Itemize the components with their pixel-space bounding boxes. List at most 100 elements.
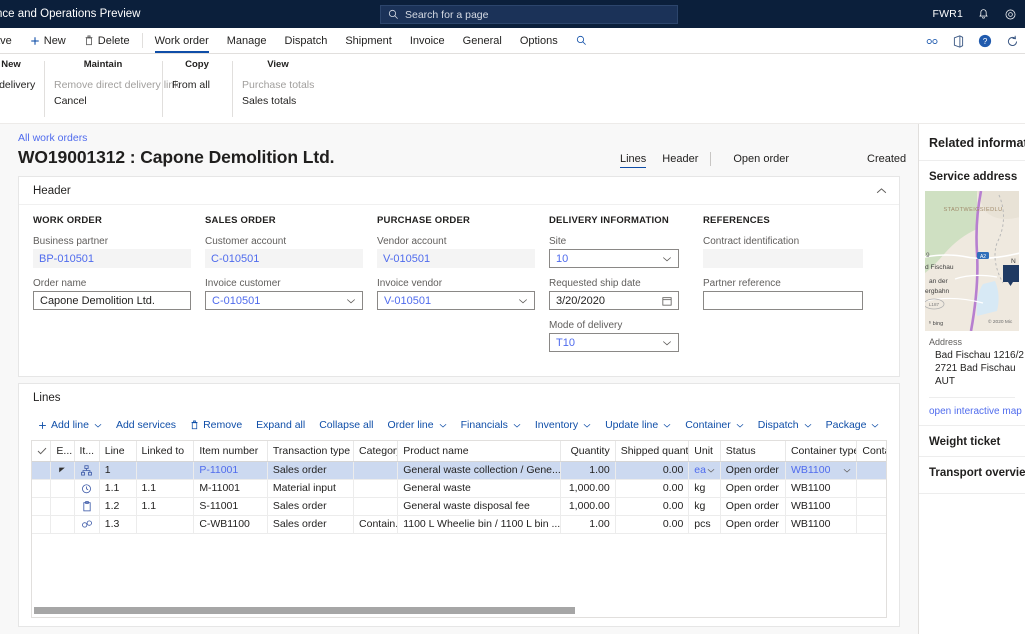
ribbon-button-sales-totals[interactable]: Sales totals: [242, 93, 314, 109]
cell-category[interactable]: [353, 479, 399, 498]
row-expander-cell[interactable]: [50, 479, 75, 498]
cell-transaction-type[interactable]: Sales order: [267, 515, 355, 534]
menu-item-invoice[interactable]: Invoice: [401, 28, 454, 53]
cell-status[interactable]: Open order: [720, 461, 786, 480]
table-row[interactable]: 1.2 1.1 S-11001 Sales order General wast…: [32, 497, 886, 516]
order-line-menu[interactable]: Order line: [381, 419, 454, 431]
collapse-triangle-icon[interactable]: [56, 466, 68, 474]
cell-transaction-type[interactable]: Sales order: [267, 497, 355, 516]
col-linked-to[interactable]: Linked to: [136, 441, 195, 462]
chevron-down-icon[interactable]: [843, 468, 851, 473]
col-container-type[interactable]: Container type: [785, 441, 858, 462]
col-transaction-type[interactable]: Transaction type: [267, 441, 355, 462]
row-select-cell[interactable]: [32, 461, 52, 480]
expand-all-button[interactable]: Expand all: [249, 419, 312, 431]
update-line-menu[interactable]: Update line: [598, 419, 678, 431]
cell-container[interactable]: [856, 479, 886, 498]
cell-item-number[interactable]: M-11001: [193, 479, 268, 498]
cell-shipped-quantity[interactable]: 0.00: [615, 515, 690, 534]
transport-overview-section[interactable]: Transport overview: [919, 456, 1025, 487]
help-icon[interactable]: ?: [978, 34, 992, 48]
chevron-down-icon[interactable]: [707, 468, 715, 473]
cell-line[interactable]: 1.2: [99, 497, 137, 516]
ribbon-button-from-all[interactable]: From all: [172, 77, 222, 93]
order-name-input[interactable]: Capone Demolition Ltd.: [33, 291, 191, 310]
site-lookup[interactable]: 10: [549, 249, 679, 268]
col-line[interactable]: Line: [99, 441, 137, 462]
col-category[interactable]: Category: [353, 441, 399, 462]
cell-product-name[interactable]: 1100 L Wheelie bin / 1100 L bin ...: [397, 515, 562, 534]
menu-item-delete[interactable]: Delete: [75, 28, 139, 53]
cell-linked-to[interactable]: 1.1: [136, 497, 195, 516]
col-status[interactable]: Status: [720, 441, 786, 462]
ribbon-button-remove-direct-delivery-link[interactable]: Remove direct delivery link: [54, 77, 179, 93]
cell-category[interactable]: Contain...: [353, 515, 399, 534]
open-interactive-map-link[interactable]: open interactive map: [919, 398, 1025, 425]
mode-of-delivery-lookup[interactable]: T10: [549, 333, 679, 352]
menu-item-save[interactable]: ave: [0, 28, 21, 53]
cell-item-number[interactable]: S-11001: [193, 497, 268, 516]
ribbon-button-purchase-totals[interactable]: Purchase totals: [242, 77, 314, 93]
cell-product-name[interactable]: General waste: [397, 479, 562, 498]
chevron-up-icon[interactable]: [876, 187, 887, 194]
link-icon[interactable]: [926, 37, 939, 46]
cell-linked-to[interactable]: [136, 515, 195, 534]
cell-unit[interactable]: kg: [688, 479, 721, 498]
menu-search-button[interactable]: [567, 28, 600, 53]
table-row[interactable]: 1.3 C-WB1100 Sales order Contain... 1100…: [32, 515, 886, 534]
cell-quantity[interactable]: 1.00: [560, 515, 616, 534]
cell-item-number[interactable]: P-11001: [193, 461, 268, 480]
col-shipped-quantity[interactable]: Shipped quantity: [615, 441, 690, 462]
menu-item-dispatch[interactable]: Dispatch: [276, 28, 337, 53]
cell-container[interactable]: [856, 497, 886, 516]
cell-product-name[interactable]: General waste disposal fee: [397, 497, 562, 516]
lines-fasttab-header[interactable]: Lines: [19, 384, 899, 412]
grid-scrollbar-thumb[interactable]: [34, 607, 576, 614]
col-expand[interactable]: E...: [50, 441, 75, 462]
header-fasttab-header[interactable]: Header: [19, 177, 899, 205]
remove-line-button[interactable]: Remove: [183, 419, 249, 431]
col-container[interactable]: Container: [856, 441, 886, 462]
grid-horizontal-scrollbar[interactable]: [34, 607, 879, 614]
row-select-cell[interactable]: [32, 497, 52, 516]
row-select-cell[interactable]: [32, 515, 52, 534]
col-quantity[interactable]: Quantity: [560, 441, 616, 462]
cell-status[interactable]: Open order: [720, 479, 786, 498]
row-expander-cell[interactable]: [50, 497, 75, 516]
row-select-cell[interactable]: [32, 479, 52, 498]
cell-line[interactable]: 1: [99, 461, 137, 480]
col-unit[interactable]: Unit: [688, 441, 721, 462]
cell-linked-to[interactable]: 1.1: [136, 479, 195, 498]
ribbon-button-cancel[interactable]: Cancel: [54, 93, 152, 109]
cell-product-name[interactable]: General waste collection / Gene...: [397, 461, 562, 480]
cell-linked-to[interactable]: [136, 461, 195, 480]
tab-header[interactable]: Header: [654, 153, 706, 165]
cell-transaction-type[interactable]: Sales order: [267, 461, 355, 480]
cell-container-type[interactable]: WB1100: [785, 461, 858, 480]
cell-line[interactable]: 1.1: [99, 479, 137, 498]
table-row[interactable]: 1 P-11001 Sales order General waste coll…: [32, 461, 886, 480]
settings-gear-icon[interactable]: [1004, 8, 1017, 21]
cell-container-type[interactable]: WB1100: [785, 479, 858, 498]
dispatch-menu[interactable]: Dispatch: [751, 419, 819, 431]
cell-quantity[interactable]: 1,000.00: [560, 479, 616, 498]
cell-shipped-quantity[interactable]: 0.00: [615, 497, 690, 516]
invoice-vendor-lookup[interactable]: V-010501: [377, 291, 535, 310]
ribbon-button-direct-delivery[interactable]: ct delivery: [0, 77, 35, 93]
cell-status[interactable]: Open order: [720, 497, 786, 516]
cell-status[interactable]: Open order: [720, 515, 786, 534]
add-services-button[interactable]: Add services: [109, 419, 183, 431]
col-select-all[interactable]: [32, 441, 52, 462]
company-label[interactable]: FWR1: [932, 8, 963, 20]
partner-reference-input[interactable]: [703, 291, 863, 310]
notification-bell-icon[interactable]: [977, 8, 990, 21]
menu-item-manage[interactable]: Manage: [218, 28, 276, 53]
menu-item-new[interactable]: New: [21, 28, 75, 53]
cell-transaction-type[interactable]: Material input: [267, 479, 355, 498]
col-item-number[interactable]: Item number: [193, 441, 268, 462]
cell-shipped-quantity[interactable]: 0.00: [615, 461, 690, 480]
menu-item-work-order[interactable]: Work order: [146, 28, 218, 53]
add-line-button[interactable]: Add line: [31, 419, 109, 431]
cell-item-number[interactable]: C-WB1100: [193, 515, 268, 534]
cell-category[interactable]: [353, 461, 399, 480]
